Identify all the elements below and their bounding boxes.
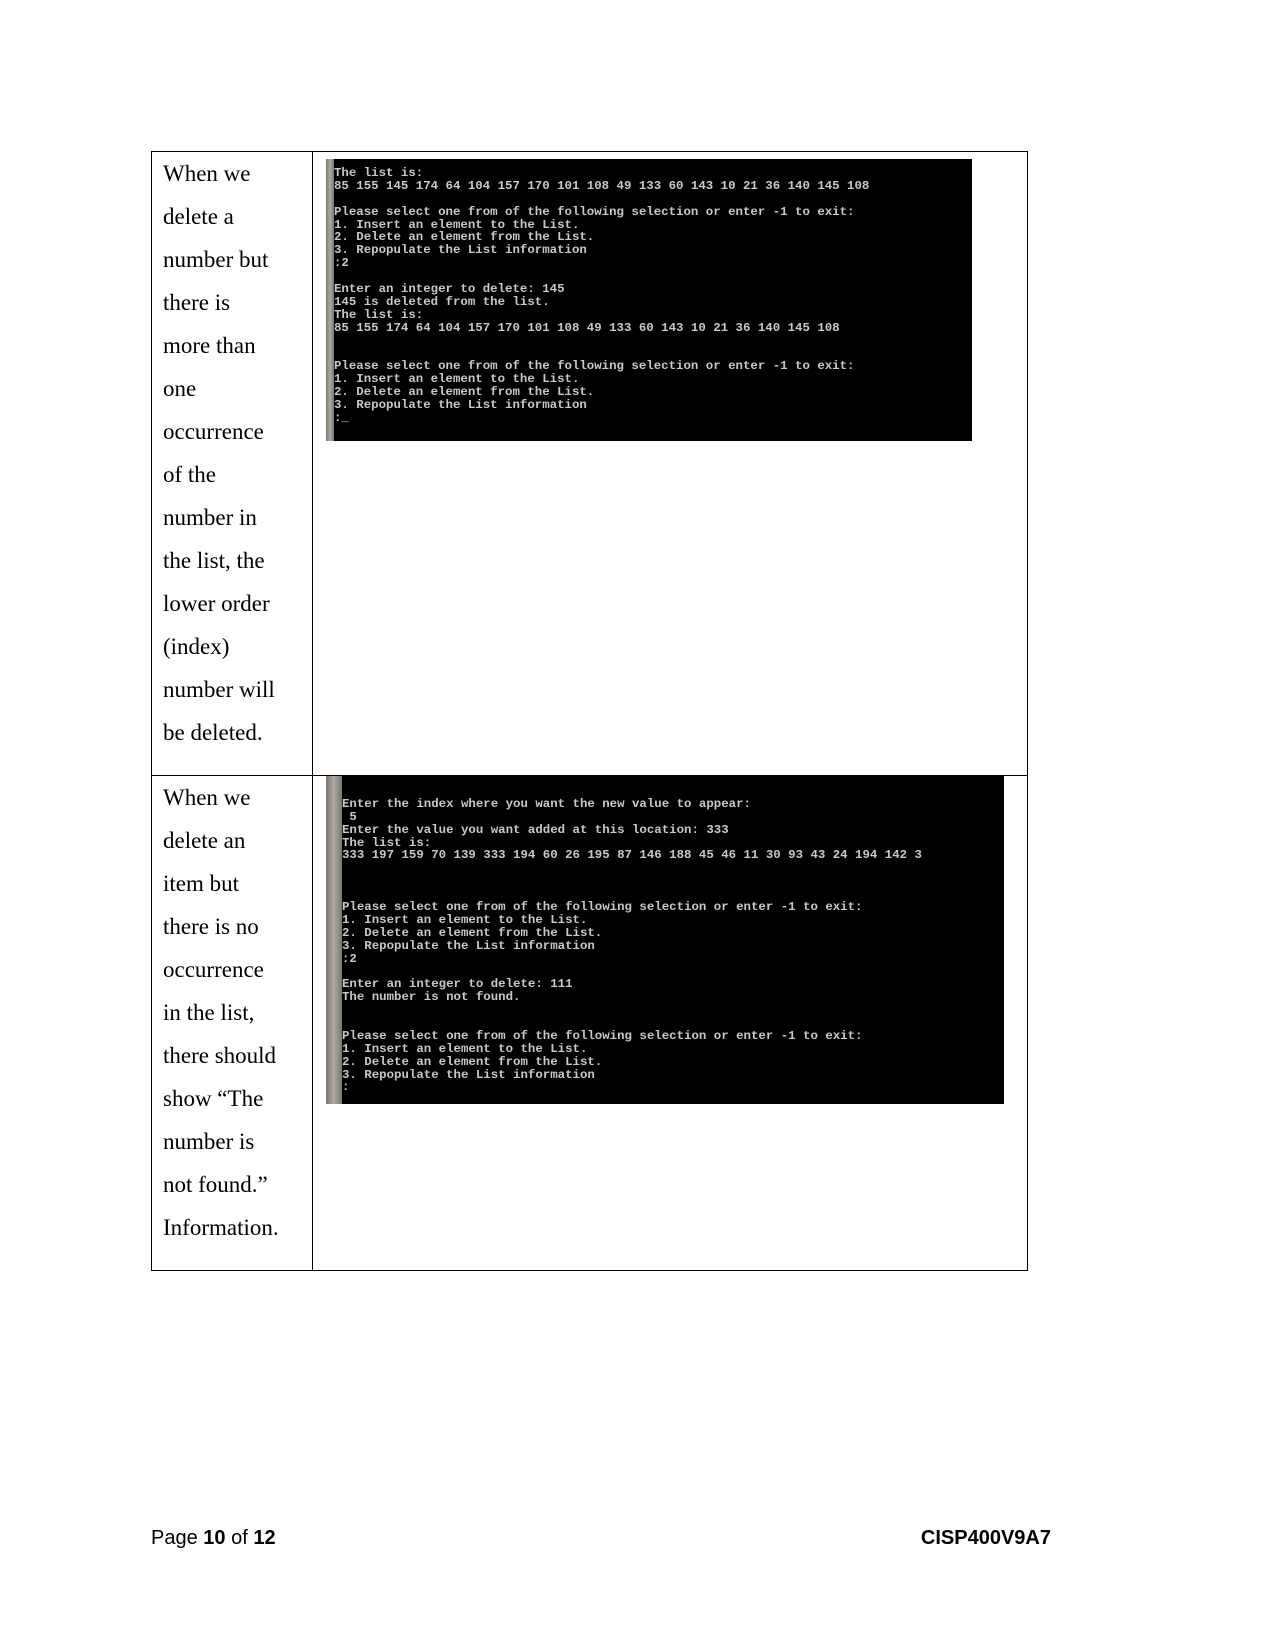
total-pages: 12 bbox=[253, 1527, 276, 1549]
console-line: 1. Insert an element to the List. bbox=[342, 912, 588, 927]
screenshot-cell: Enter the index where you want the new v… bbox=[312, 775, 1028, 1271]
description-text: When we delete an item but there is no occur… bbox=[163, 776, 312, 1249]
document-code: CISP400V9A7 bbox=[920, 1527, 1051, 1549]
console-line: :2 bbox=[342, 951, 357, 966]
console-line: 2. Delete an element from the List. bbox=[342, 925, 603, 940]
description-line: the list, the bbox=[163, 548, 265, 573]
console-line: 1. Insert an element to the List. bbox=[342, 1041, 588, 1056]
console-line: :_ bbox=[334, 410, 349, 425]
console-line: Enter the value you want added at this l… bbox=[342, 822, 729, 837]
console-output: The list is: 85 155 145 174 64 104 157 17… bbox=[326, 159, 972, 425]
console-output: Enter the index where you want the new v… bbox=[326, 776, 1004, 1094]
page-label: Page bbox=[151, 1527, 198, 1549]
console-line: : bbox=[342, 1080, 350, 1095]
description-line: When we bbox=[163, 785, 251, 810]
description-line: in the list, bbox=[163, 1000, 255, 1025]
console-line: 5 bbox=[342, 809, 357, 824]
console-line: Enter the index where you want the new v… bbox=[342, 796, 751, 811]
console-line: The number is not found. bbox=[342, 990, 521, 1005]
console-line: 3. Repopulate the List information bbox=[334, 398, 587, 413]
console-line: 3. Repopulate the List information bbox=[342, 1067, 595, 1082]
console-line: 333 197 159 70 139 333 194 60 26 195 87 … bbox=[342, 848, 922, 863]
description-line: there is bbox=[163, 290, 231, 315]
description-line: more than bbox=[163, 333, 256, 358]
page-number-footer: Page 10 of 12 bbox=[151, 1527, 276, 1550]
screenshot-cell: The list is: 85 155 145 174 64 104 157 17… bbox=[312, 151, 1028, 776]
table-row: When we delete a number but there is more th… bbox=[151, 151, 1028, 776]
description-line: one bbox=[163, 376, 197, 401]
description-line: not found.” bbox=[163, 1172, 268, 1197]
of-label: of bbox=[231, 1527, 248, 1549]
console-line: :2 bbox=[334, 256, 349, 271]
table-row: When we delete an item but there is no occur… bbox=[151, 775, 1028, 1271]
description-line: number in bbox=[163, 505, 257, 530]
test-case-table: When we delete a number but there is more th… bbox=[151, 151, 1028, 1271]
console-line: 2. Delete an element from the List. bbox=[342, 1054, 603, 1069]
console-line: Please select one from of the following … bbox=[342, 1028, 863, 1043]
console-line: The list is: bbox=[334, 166, 424, 180]
console-screenshot: Enter the index where you want the new v… bbox=[326, 776, 1004, 1104]
description-line: of the bbox=[163, 462, 217, 487]
console-line: Enter an integer to delete: 145 bbox=[334, 282, 565, 297]
description-line: (index) bbox=[163, 634, 230, 659]
console-line: Please select one from of the following … bbox=[342, 900, 863, 915]
console-line: 3. Repopulate the List information bbox=[334, 243, 587, 258]
description-line: occurrence bbox=[163, 957, 264, 982]
console-line: 3. Repopulate the List information bbox=[342, 938, 595, 953]
description-line: number will bbox=[163, 677, 275, 702]
console-line: 145 is deleted from the list. bbox=[334, 294, 550, 309]
description-line: there should bbox=[163, 1043, 277, 1068]
console-line: 85 155 174 64 104 157 170 101 108 49 133… bbox=[334, 320, 840, 335]
description-line: Information. bbox=[163, 1215, 279, 1240]
description-line: occurrence bbox=[163, 419, 264, 444]
description-line: number but bbox=[163, 247, 269, 272]
description-text: When we delete a number but there is more th… bbox=[163, 152, 312, 754]
description-cell: When we delete an item but there is no occur… bbox=[151, 775, 313, 1271]
description-line: be deleted. bbox=[163, 720, 263, 745]
console-window-border bbox=[326, 159, 334, 441]
current-page: 10 bbox=[203, 1527, 226, 1549]
description-line: there is no bbox=[163, 914, 259, 939]
description-line: number is bbox=[163, 1129, 255, 1154]
console-line: Please select one from of the following … bbox=[334, 204, 855, 219]
description-line: delete an bbox=[163, 828, 246, 853]
description-cell: When we delete a number but there is more th… bbox=[151, 151, 313, 776]
description-line: lower order bbox=[163, 591, 270, 616]
description-line: show “The bbox=[163, 1086, 264, 1111]
console-line: 85 155 145 174 64 104 157 170 101 108 49… bbox=[334, 178, 870, 193]
console-window-border bbox=[326, 776, 342, 1104]
console-screenshot: The list is: 85 155 145 174 64 104 157 17… bbox=[326, 159, 972, 441]
description-line: item but bbox=[163, 871, 240, 896]
description-line: delete a bbox=[163, 204, 234, 229]
console-line: The list is: bbox=[334, 307, 424, 322]
description-line: When we bbox=[163, 161, 251, 186]
